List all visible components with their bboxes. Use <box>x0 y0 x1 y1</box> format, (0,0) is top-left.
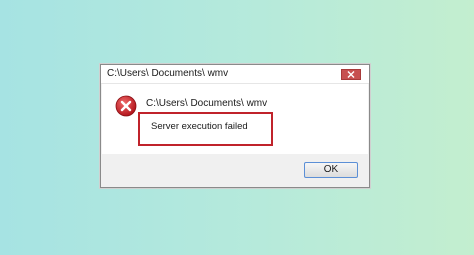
error-message-highlight: Server execution failed <box>138 112 273 146</box>
title-bar[interactable]: C:\Users\ Documents\ wmv <box>101 65 369 84</box>
error-message: Server execution failed <box>151 121 248 132</box>
close-icon <box>347 71 355 78</box>
error-dialog: C:\Users\ Documents\ wmv C:\Users\ Docum… <box>100 64 370 188</box>
dialog-content: C:\Users\ Documents\ wmv Server executio… <box>102 84 368 154</box>
close-button[interactable] <box>341 69 361 80</box>
error-x-icon <box>115 95 137 117</box>
file-path-text: C:\Users\ Documents\ wmv <box>146 98 268 109</box>
window-title: C:\Users\ Documents\ wmv <box>107 68 229 79</box>
ok-button[interactable]: OK <box>304 162 358 178</box>
